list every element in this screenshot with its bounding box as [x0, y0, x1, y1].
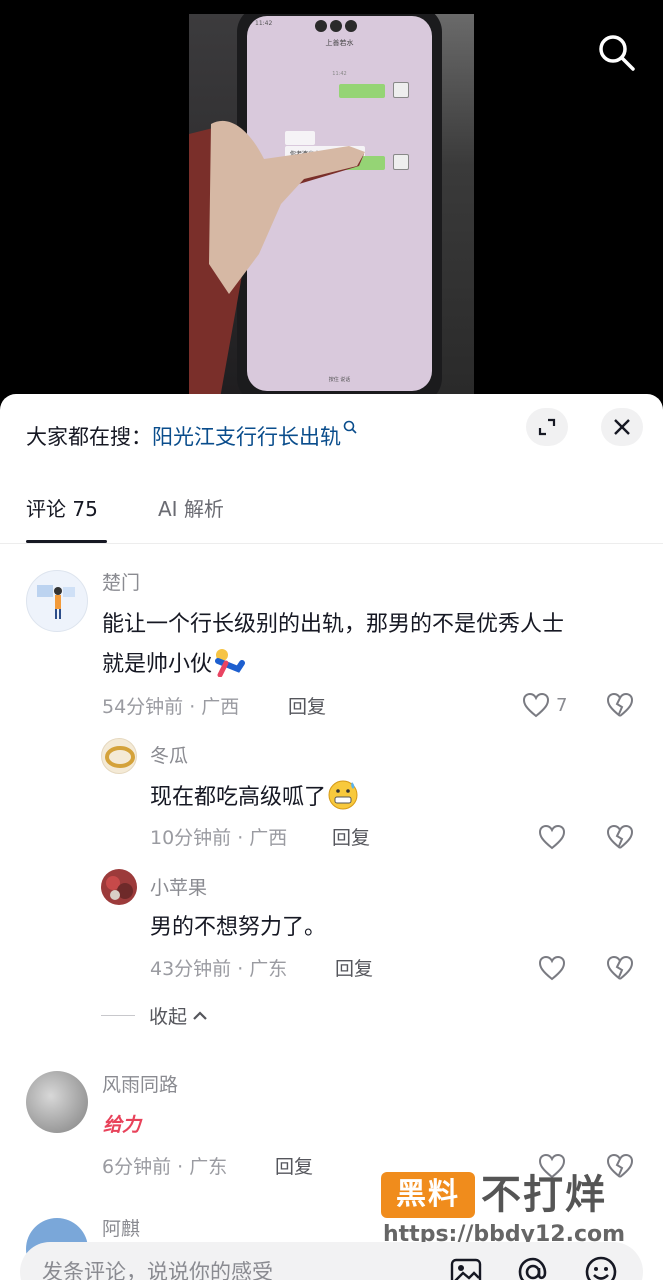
- comment-meta: 54分钟前 · 广西: [102, 696, 240, 718]
- expand-icon: [538, 418, 556, 436]
- comment-username[interactable]: 楚门: [102, 570, 140, 596]
- like-button[interactable]: 7: [522, 692, 567, 718]
- close-button[interactable]: [601, 408, 643, 446]
- watermark: 黑料 不打烊 https://bbdy12.com: [381, 1168, 641, 1252]
- dislike-button[interactable]: [606, 955, 634, 985]
- chat-avatar: [393, 82, 409, 98]
- sticker-geili: 给力: [103, 1114, 142, 1136]
- like-button[interactable]: [538, 824, 566, 850]
- reply-meta: 43分钟前 · 广东: [150, 958, 288, 980]
- search-small-icon: [343, 420, 357, 434]
- chevron-up-icon: [193, 1010, 207, 1020]
- comment-input[interactable]: 发条评论，说说你的感受: [42, 1256, 273, 1280]
- expand-button[interactable]: [526, 408, 568, 446]
- heart-icon: [522, 692, 550, 718]
- avatar[interactable]: [26, 1071, 88, 1133]
- heart-icon: [538, 824, 566, 850]
- reply-username[interactable]: 小苹果: [150, 875, 207, 901]
- comment-text: 能让一个行长级别的出轨，那男的不是优秀人士: [102, 612, 565, 637]
- phone-camera-cutout: [315, 20, 357, 32]
- comment-text-line2: 就是帅小伙: [102, 652, 213, 677]
- reply-text: 现在都吃高级呱了: [150, 778, 360, 817]
- chat-avatar: [393, 154, 409, 170]
- dancing-guy-emoji: [215, 649, 246, 677]
- grimace-sweat-emoji: [328, 780, 358, 810]
- tab-ai-analysis[interactable]: AI 解析: [158, 494, 224, 524]
- tab-bar: 评论 75 AI 解析: [0, 480, 663, 544]
- dislike-button[interactable]: [606, 824, 634, 854]
- image-icon[interactable]: [448, 1254, 484, 1280]
- like-button[interactable]: [538, 955, 566, 981]
- reply-text-content: 现在都吃高级呱了: [150, 785, 327, 810]
- reply-button[interactable]: 回复: [335, 956, 373, 982]
- comment-username[interactable]: 风雨同路: [102, 1072, 178, 1098]
- phone-chat-title: 上善若水: [325, 39, 354, 47]
- collapse-label: 收起: [149, 1006, 188, 1028]
- avatar[interactable]: [101, 869, 137, 905]
- phone-chat-time: 11:42: [332, 71, 347, 77]
- mention-icon[interactable]: [515, 1254, 551, 1280]
- tab-comments[interactable]: 评论 75: [26, 494, 98, 524]
- search-suggestion-query[interactable]: 阳光江支行行长出轨: [152, 425, 341, 449]
- broken-heart-icon: [606, 824, 634, 849]
- avatar[interactable]: [26, 570, 88, 632]
- comment-input-bar[interactable]: 发条评论，说说你的感受: [20, 1242, 643, 1280]
- comment-text: 就是帅小伙: [102, 646, 246, 684]
- broken-heart-icon: [606, 955, 634, 980]
- heart-icon: [538, 955, 566, 981]
- avatar[interactable]: [101, 738, 137, 774]
- reply-text: 男的不想努力了。: [150, 915, 327, 940]
- reply-username[interactable]: 冬瓜: [150, 743, 188, 769]
- broken-heart-icon: [606, 692, 634, 717]
- dislike-button[interactable]: [606, 692, 634, 722]
- watermark-badge: 黑料: [381, 1172, 475, 1218]
- video-frame: 11:42 上善若水 11:42 你老婆出去啊，睡电视。 按住 说话: [189, 14, 474, 394]
- emoji-icon[interactable]: [583, 1254, 619, 1280]
- reply-button[interactable]: 回复: [332, 825, 370, 851]
- video-player[interactable]: 11:42 上善若水 11:42 你老婆出去啊，睡电视。 按住 说话: [0, 0, 663, 400]
- watermark-text: 不打烊: [481, 1172, 607, 1218]
- reply-button[interactable]: 回复: [275, 1154, 313, 1180]
- search-suggestion[interactable]: 大家都在搜：阳光江支行行长出轨: [26, 420, 357, 452]
- search-icon[interactable]: [596, 32, 636, 72]
- voice-bubble: [339, 84, 385, 98]
- comment-sheet: 大家都在搜：阳光江支行行长出轨 评论 75 AI 解析 楚门 能让一个行长级别的…: [0, 394, 663, 1280]
- reply-button[interactable]: 回复: [288, 694, 326, 720]
- reply-meta: 10分钟前 · 广西: [150, 827, 288, 849]
- collapse-divider: [101, 1015, 135, 1016]
- tab-active-indicator: [26, 540, 107, 543]
- comment-username[interactable]: 阿麒: [102, 1216, 140, 1242]
- close-icon: [614, 419, 630, 435]
- comment-meta: 6分钟前 · 广东: [102, 1156, 228, 1178]
- collapse-replies-button[interactable]: 收起: [101, 1002, 209, 1029]
- search-suggestion-prefix: 大家都在搜：: [26, 425, 152, 449]
- hand-graphic: [189, 120, 365, 394]
- like-count: 7: [556, 694, 568, 716]
